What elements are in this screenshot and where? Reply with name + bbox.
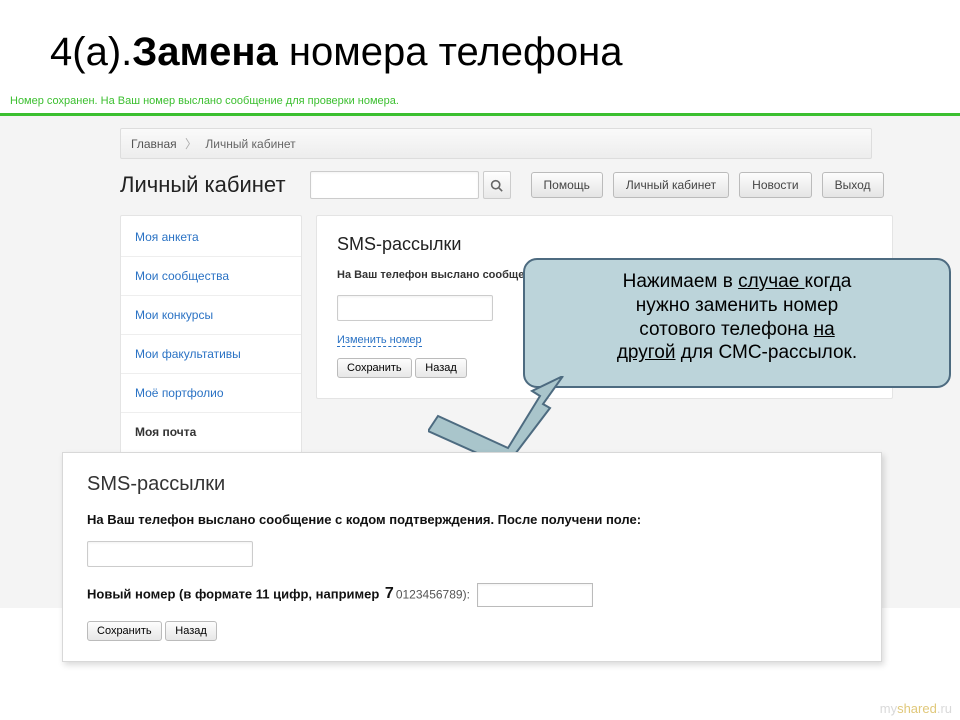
save-button-2[interactable]: Сохранить [87,621,162,641]
sidebar-item-portfolio[interactable]: Моё портфолио [121,374,301,413]
slide-title: 4(а).Замена номера телефона [0,0,960,89]
help-button[interactable]: Помощь [531,172,603,198]
save-button[interactable]: Сохранить [337,358,412,378]
success-message: Номер сохранен. На Ваш номер выслано соо… [0,89,960,114]
sidebar-item-profile[interactable]: Моя анкета [121,218,301,257]
back-button-2[interactable]: Назад [165,621,217,641]
slide-title-prefix: 4(а). [50,30,132,74]
sms-panel-expanded: SMS-рассылки На Ваш телефон выслано сооб… [62,452,882,662]
new-number-row: Новый номер (в формате 11 цифр, например… [87,583,857,607]
sidebar-item-electives[interactable]: Мои факультативы [121,335,301,374]
search-button[interactable] [483,171,511,199]
exit-button[interactable]: Выход [822,172,884,198]
back-button[interactable]: Назад [415,358,467,378]
code-input-2[interactable] [87,541,253,567]
new-number-input[interactable] [477,583,593,607]
sidebar-item-communities[interactable]: Мои сообщества [121,257,301,296]
cabinet-button[interactable]: Личный кабинет [613,172,729,198]
watermark: myshared.ru [880,701,952,716]
sidebar-item-mail[interactable]: Моя почта [121,413,301,451]
breadcrumb-current: Личный кабинет [205,137,295,151]
panel2-title: SMS-рассылки [87,473,857,496]
search-icon [490,179,503,192]
page-title: Личный кабинет [120,172,286,198]
panel-title: SMS-рассылки [337,234,872,255]
callout-change-number: Нажимаем в случае когда нужно заменить н… [523,258,951,388]
slide-title-bold: Замена [132,30,278,74]
breadcrumb: Главная 〉 Личный кабинет [120,128,872,159]
panel2-desc: На Ваш телефон выслано сообщение с кодом… [87,512,857,527]
breadcrumb-home[interactable]: Главная [131,137,177,151]
sidebar: Моя анкета Мои сообщества Мои конкурсы М… [120,215,302,454]
news-button[interactable]: Новости [739,172,811,198]
search-input[interactable] [310,171,479,199]
breadcrumb-sep: 〉 [185,137,197,151]
sidebar-item-contests[interactable]: Мои конкурсы [121,296,301,335]
slide-title-rest: номера телефона [278,30,623,74]
change-number-link[interactable]: Изменить номер [337,334,422,347]
code-input[interactable] [337,295,493,321]
